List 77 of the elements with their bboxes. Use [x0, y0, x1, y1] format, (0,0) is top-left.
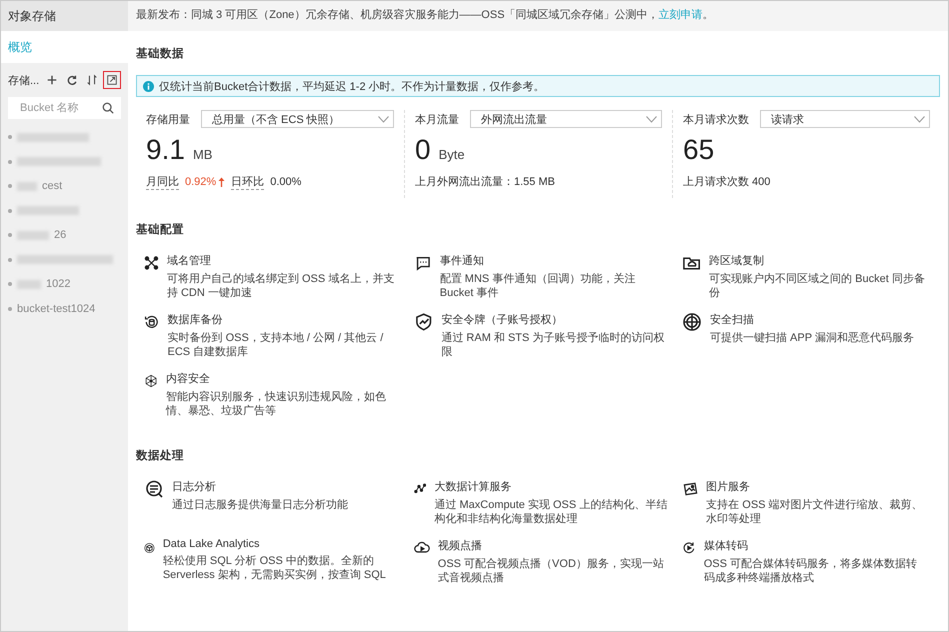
- stat-text: 上月请求次数 400: [683, 175, 770, 189]
- stat-unit: Byte: [438, 147, 465, 162]
- up-arrow-icon: [218, 177, 226, 187]
- refresh-icon: [66, 74, 78, 86]
- shield-icon: [414, 312, 434, 332]
- feature-description: 可实现账户内不同区域之间的 Bucket 同步备份: [709, 272, 926, 300]
- feature-description: 实时备份到 OSS，支持本地 / 公网 / 其他云 / ECS 自建数据库: [168, 331, 384, 359]
- sort-icon: [86, 74, 98, 86]
- feature-title[interactable]: 内容安全: [166, 371, 400, 386]
- notice-text: 仅统计当前Bucket合计数据，平均延迟 1-2 小时。不作为计量数据，仅作参考。: [159, 80, 545, 94]
- dropdown[interactable]: 读请求: [760, 110, 930, 128]
- stat-change: 0.92%: [185, 176, 226, 188]
- feature-description: 配置 MNS 事件通知（回调）功能，关注 Bucket 事件: [440, 272, 636, 300]
- feature-title[interactable]: 大数据计算服务: [434, 479, 668, 494]
- feature-title[interactable]: 图片服务: [706, 479, 926, 494]
- bucket-name: 26: [54, 229, 66, 242]
- feature-description: 通过 RAM 和 STS 为子账号授予临时的访问权限: [441, 331, 666, 359]
- section-title: 基础配置: [136, 222, 185, 237]
- info-icon: [143, 80, 154, 92]
- stat-text: 0.00%: [270, 176, 302, 188]
- stat-value: 65: [683, 134, 714, 166]
- feature-title[interactable]: Data Lake Analytics: [162, 538, 400, 550]
- search-icon[interactable]: [102, 102, 114, 114]
- radar-icon: [682, 312, 702, 332]
- feature-description: 通过日志服务提供海量日志分析功能: [172, 498, 348, 512]
- log-search-icon: [144, 479, 164, 499]
- bullet-icon: [8, 306, 12, 311]
- stat-title: 本月流量: [415, 112, 459, 126]
- search-field[interactable]: Bucket 名称: [8, 97, 121, 119]
- feature-description: 轻松使用 SQL 分析 OSS 中的数据。全新的 Serverless 架构，无需购买实例，按查询 SQL: [162, 554, 387, 582]
- feature-title[interactable]: 事件通知: [440, 253, 668, 268]
- stat-label: 月同比: [146, 174, 179, 190]
- bucket-list-label: 存储...: [8, 74, 40, 88]
- feature-title[interactable]: 安全扫描: [710, 312, 914, 327]
- bullet-icon: [8, 258, 12, 262]
- feature-description: OSS 可配合视频点播（VOD）服务，实现一站式音视频点播: [438, 557, 665, 585]
- feature-description: 智能内容识别服务，快速识别违规风险，如色情、暴恐、垃圾广告等: [166, 390, 388, 418]
- bullet-icon: [8, 208, 12, 213]
- bullet-icon: [8, 135, 12, 140]
- expand-button[interactable]: [103, 71, 122, 89]
- bucket-name: bucket-test1024: [17, 302, 96, 315]
- section-title: 数据处理: [136, 448, 185, 463]
- feature-description: 支持在 OSS 端对图片文件进行缩放、裁剪、水印等处理: [706, 498, 924, 526]
- announcement: 最新发布：同城 3 可用区（Zone）冗余存储、机房级容灾服务能力——OSS「同城区域冗余存储」公测中，立刻申请。: [128, 1, 948, 31]
- stat-unit: MB: [192, 147, 212, 162]
- feature-title[interactable]: 媒体转码: [704, 538, 926, 553]
- feature-title[interactable]: 域名管理: [166, 253, 400, 268]
- stat-value: 9.1: [146, 134, 185, 166]
- sidebar-title: 对象存储: [1, 1, 128, 31]
- feature-title[interactable]: 日志分析: [172, 479, 348, 494]
- bullet-icon: [8, 282, 12, 286]
- stat-title: 存储用量: [146, 112, 190, 126]
- bucket-name: 1022: [46, 278, 70, 290]
- dropdown[interactable]: 外网流出流量: [470, 110, 662, 128]
- stat-value: 0: [415, 134, 431, 166]
- stat-label: 日环比: [231, 174, 264, 190]
- chevron-icon: [646, 116, 657, 122]
- stat-title: 本月请求次数: [683, 112, 749, 126]
- feature-title[interactable]: 跨区域复制: [709, 253, 926, 268]
- feature-description: 可将用户自己的域名绑定到 OSS 域名上，并支持 CDN 一键加速: [166, 272, 396, 300]
- chevron-icon: [378, 116, 389, 122]
- chevron-icon: [914, 116, 925, 122]
- add-icon: [46, 74, 58, 86]
- section-title: 基础数据: [136, 46, 185, 61]
- bullet-icon: [8, 233, 12, 238]
- bucket-name: cest: [42, 180, 62, 192]
- feature-description: OSS 可配合媒体转码服务，将多媒体数据转码成多种终端播放格式: [704, 557, 918, 585]
- feature-description: 可提供一键扫描 APP 漏洞和恶意代码服务: [710, 331, 914, 345]
- stat-text: 上月外网流出流量：1.55 MB: [415, 174, 555, 189]
- bullet-icon: [8, 160, 12, 164]
- dropdown[interactable]: 总用量（不含 ECS 快照）: [201, 110, 394, 128]
- bullet-icon: [8, 184, 12, 188]
- feature-title[interactable]: 视频点播: [438, 538, 668, 553]
- feature-title[interactable]: 数据库备份: [168, 312, 400, 327]
- expand-icon: [106, 74, 118, 86]
- feature-description: 通过 MaxCompute 实现 OSS 上的结构化、半结构化和非结构化海量数据处理: [434, 498, 668, 526]
- feature-title[interactable]: 安全令牌（子账号授权）: [441, 312, 668, 327]
